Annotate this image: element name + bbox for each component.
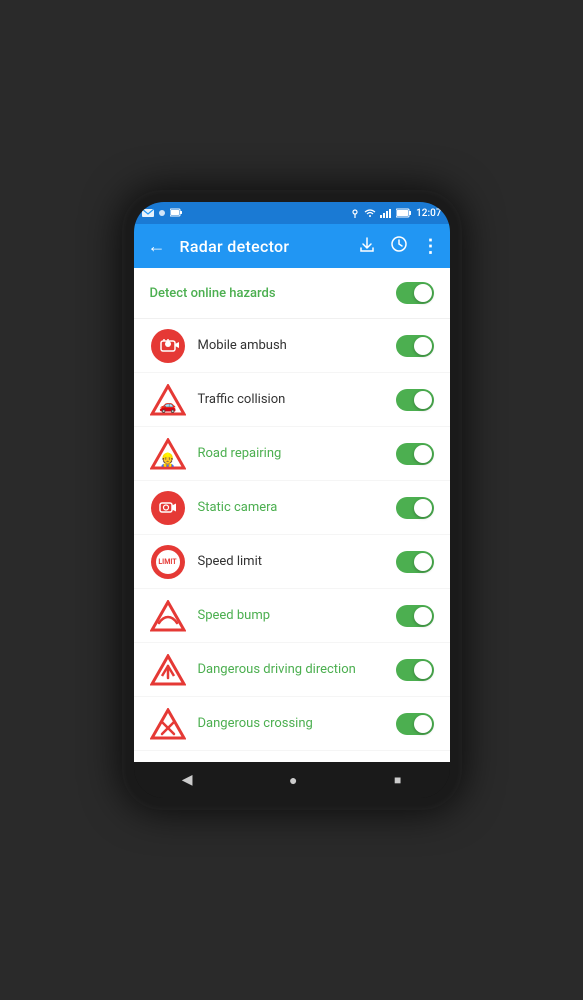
list-item: LIMIT Speed limit bbox=[134, 535, 450, 589]
speed-limit-icon: LIMIT bbox=[150, 544, 186, 580]
speed-bump-toggle[interactable] bbox=[396, 605, 434, 627]
mobile-ambush-label: Mobile ambush bbox=[198, 338, 384, 353]
speed-bump-icon bbox=[150, 598, 186, 634]
app-title: Radar detector bbox=[180, 237, 348, 256]
camera-circle-icon bbox=[157, 335, 179, 357]
svg-text:👷: 👷 bbox=[159, 452, 175, 468]
dangerous-crossing-icon bbox=[150, 706, 186, 742]
back-button[interactable]: ← bbox=[144, 232, 170, 261]
recent-nav-button[interactable]: ■ bbox=[394, 773, 401, 787]
download-icon bbox=[358, 235, 376, 253]
clock-icon bbox=[390, 235, 408, 253]
list-item: Static camera bbox=[134, 481, 450, 535]
status-bar: 12:07 bbox=[134, 202, 450, 224]
back-nav-button[interactable]: ◀ bbox=[182, 772, 193, 788]
speed-bump-label: Speed bump bbox=[198, 608, 384, 623]
clock-button[interactable] bbox=[390, 235, 408, 257]
phone-screen: 12:07 ← Radar detector bbox=[134, 202, 450, 798]
wifi-icon bbox=[364, 208, 376, 218]
screen-content: Detect online hazards bbox=[134, 268, 450, 762]
triangle-cross-icon bbox=[150, 708, 186, 740]
list-item: Mobile ambush bbox=[134, 319, 450, 373]
traffic-collision-toggle[interactable] bbox=[396, 389, 434, 411]
bottom-nav: ◀ ● ■ bbox=[134, 762, 450, 798]
mobile-ambush-toggle[interactable] bbox=[396, 335, 434, 357]
triangle-car-icon: 🚗 bbox=[150, 384, 186, 416]
static-camera-toggle[interactable] bbox=[396, 497, 434, 519]
signal-icon bbox=[380, 208, 392, 218]
traffic-collision-label: Traffic collision bbox=[198, 392, 384, 407]
list-item: Dangerous driving direction bbox=[134, 643, 450, 697]
list-item: 🚗 Traffic collision bbox=[134, 373, 450, 427]
static-camera-icon bbox=[150, 490, 186, 526]
dangerous-driving-icon bbox=[150, 652, 186, 688]
detect-online-hazards-row: Detect online hazards bbox=[134, 268, 450, 319]
speed-limit-label: Speed limit bbox=[198, 554, 384, 569]
detect-online-hazards-label: Detect online hazards bbox=[150, 286, 276, 301]
triangle-arrow-icon bbox=[150, 654, 186, 686]
status-right: 12:07 bbox=[350, 208, 441, 219]
triangle-worker-icon: 👷 bbox=[150, 438, 186, 470]
download-button[interactable] bbox=[358, 235, 376, 257]
speed-limit-toggle[interactable] bbox=[396, 551, 434, 573]
list-item: Speed bump bbox=[134, 589, 450, 643]
camera-static-icon bbox=[157, 497, 179, 519]
road-repairing-icon: 👷 bbox=[150, 436, 186, 472]
home-nav-button[interactable]: ● bbox=[289, 772, 297, 789]
battery-icon bbox=[396, 208, 412, 218]
limit-text: LIMIT bbox=[158, 558, 176, 566]
road-repairing-toggle[interactable] bbox=[396, 443, 434, 465]
static-camera-label: Static camera bbox=[198, 500, 384, 515]
email-icon bbox=[142, 208, 154, 218]
dangerous-driving-toggle[interactable] bbox=[396, 659, 434, 681]
app-bar: ← Radar detector ⋮ bbox=[134, 224, 450, 268]
time-display: 12:07 bbox=[416, 208, 441, 219]
dangerous-crossing-toggle[interactable] bbox=[396, 713, 434, 735]
detect-online-hazards-toggle[interactable] bbox=[396, 282, 434, 304]
mobile-ambush-icon bbox=[150, 328, 186, 364]
battery-status-icon bbox=[170, 208, 182, 218]
triangle-bump-icon bbox=[150, 600, 186, 632]
road-repairing-label: Road repairing bbox=[198, 446, 384, 461]
svg-text:🚗: 🚗 bbox=[159, 398, 176, 414]
traffic-collision-icon: 🚗 bbox=[150, 382, 186, 418]
app-bar-actions: ⋮ bbox=[358, 235, 440, 257]
dangerous-driving-label: Dangerous driving direction bbox=[198, 662, 384, 677]
list-item: Dangerous crossing bbox=[134, 697, 450, 751]
list-item: 👷 Road repairing bbox=[134, 427, 450, 481]
more-button[interactable]: ⋮ bbox=[422, 236, 440, 257]
dot-icon bbox=[158, 209, 166, 217]
phone-frame: 12:07 ← Radar detector bbox=[122, 190, 462, 810]
status-left bbox=[142, 208, 182, 218]
dangerous-crossing-label: Dangerous crossing bbox=[198, 716, 384, 731]
location-icon bbox=[350, 208, 360, 218]
